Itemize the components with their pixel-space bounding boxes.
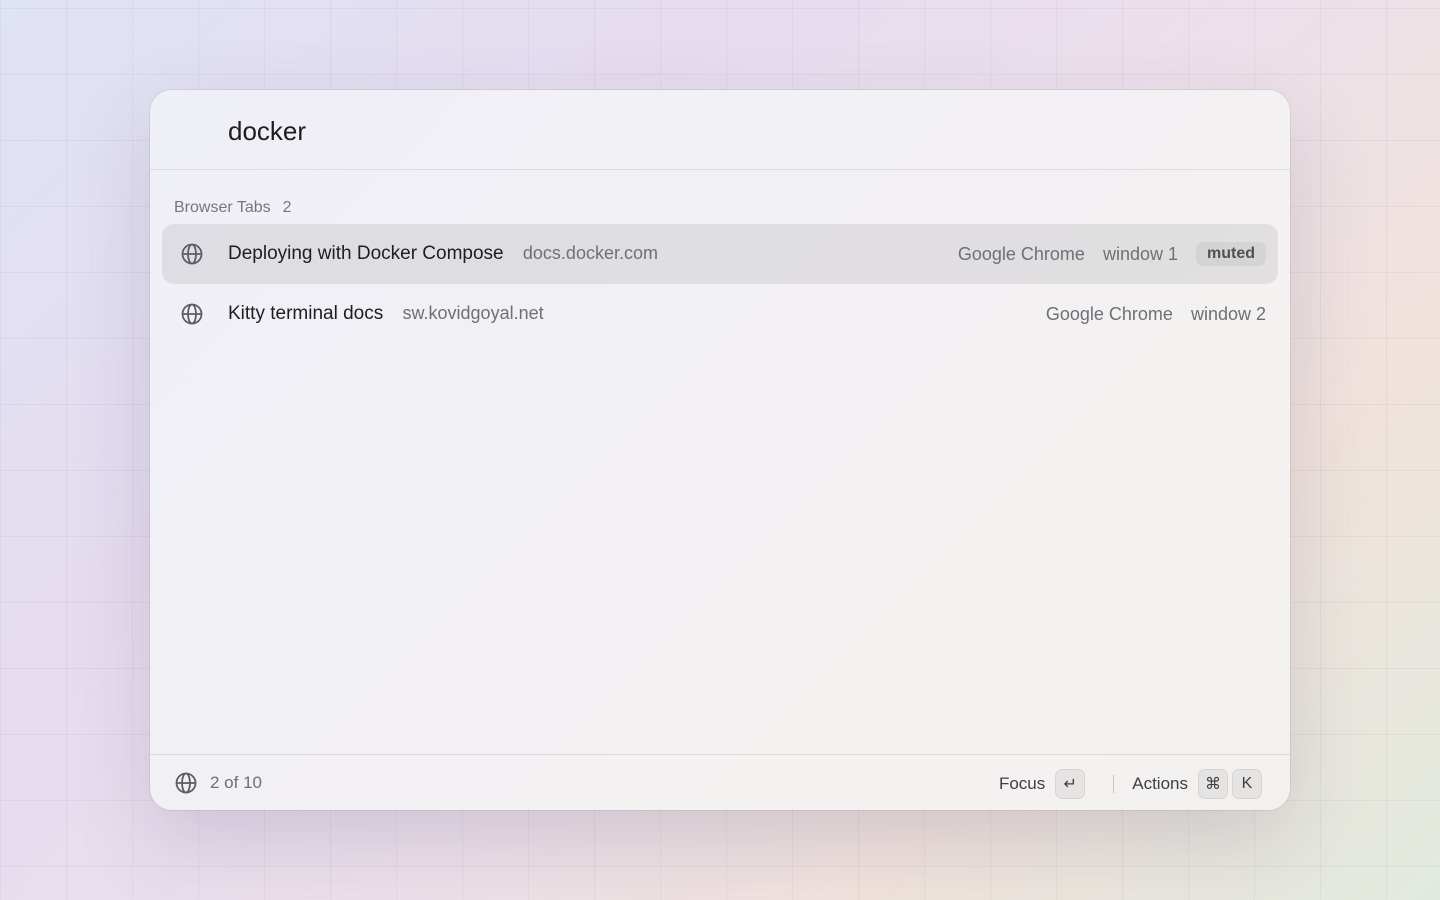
- footer-divider: [1113, 775, 1115, 793]
- footer-bar: 2 of 10 Focus ↵ Actions ⌘ K: [150, 754, 1290, 810]
- section-count: 2: [282, 199, 292, 216]
- result-title: Kitty terminal docs sw.kovidgoyal.net: [228, 303, 544, 324]
- globe-icon: [181, 243, 203, 265]
- result-row[interactable]: Deploying with Docker Compose docs.docke…: [162, 224, 1278, 284]
- result-meta: Google Chrome window 1 muted: [958, 242, 1266, 266]
- section-title: Browser Tabs: [174, 199, 271, 216]
- globe-icon: [181, 303, 203, 325]
- result-url: sw.kovidgoyal.net: [402, 303, 544, 323]
- search-bar: [150, 90, 1290, 170]
- actions-label[interactable]: Actions: [1132, 774, 1188, 794]
- focus-action-label[interactable]: Focus: [999, 774, 1045, 794]
- globe-icon: [175, 772, 197, 794]
- enter-key-icon[interactable]: ↵: [1055, 769, 1086, 799]
- result-title: Deploying with Docker Compose docs.docke…: [228, 243, 658, 264]
- muted-badge: muted: [1196, 242, 1266, 266]
- result-app: Google Chrome: [957, 243, 1085, 264]
- section-header: Browser Tabs 2: [174, 199, 292, 217]
- result-position: 2 of 10: [210, 773, 262, 792]
- result-row[interactable]: Kitty terminal docs sw.kovidgoyal.net Go…: [162, 284, 1278, 344]
- k-key[interactable]: K: [1232, 769, 1262, 799]
- result-window: window 1: [1102, 243, 1178, 264]
- command-key-icon[interactable]: ⌘: [1198, 769, 1228, 799]
- result-app: Google Chrome: [1045, 303, 1173, 324]
- result-window: window 2: [1190, 303, 1266, 324]
- result-meta: Google Chrome window 2: [1046, 304, 1266, 325]
- footer-actions: Focus ↵ Actions ⌘ K: [999, 769, 1262, 799]
- search-input[interactable]: [228, 112, 1128, 150]
- result-url: docs.docker.com: [522, 243, 658, 263]
- launcher-panel: Browser Tabs 2 Deploying with Docker Com…: [150, 90, 1290, 810]
